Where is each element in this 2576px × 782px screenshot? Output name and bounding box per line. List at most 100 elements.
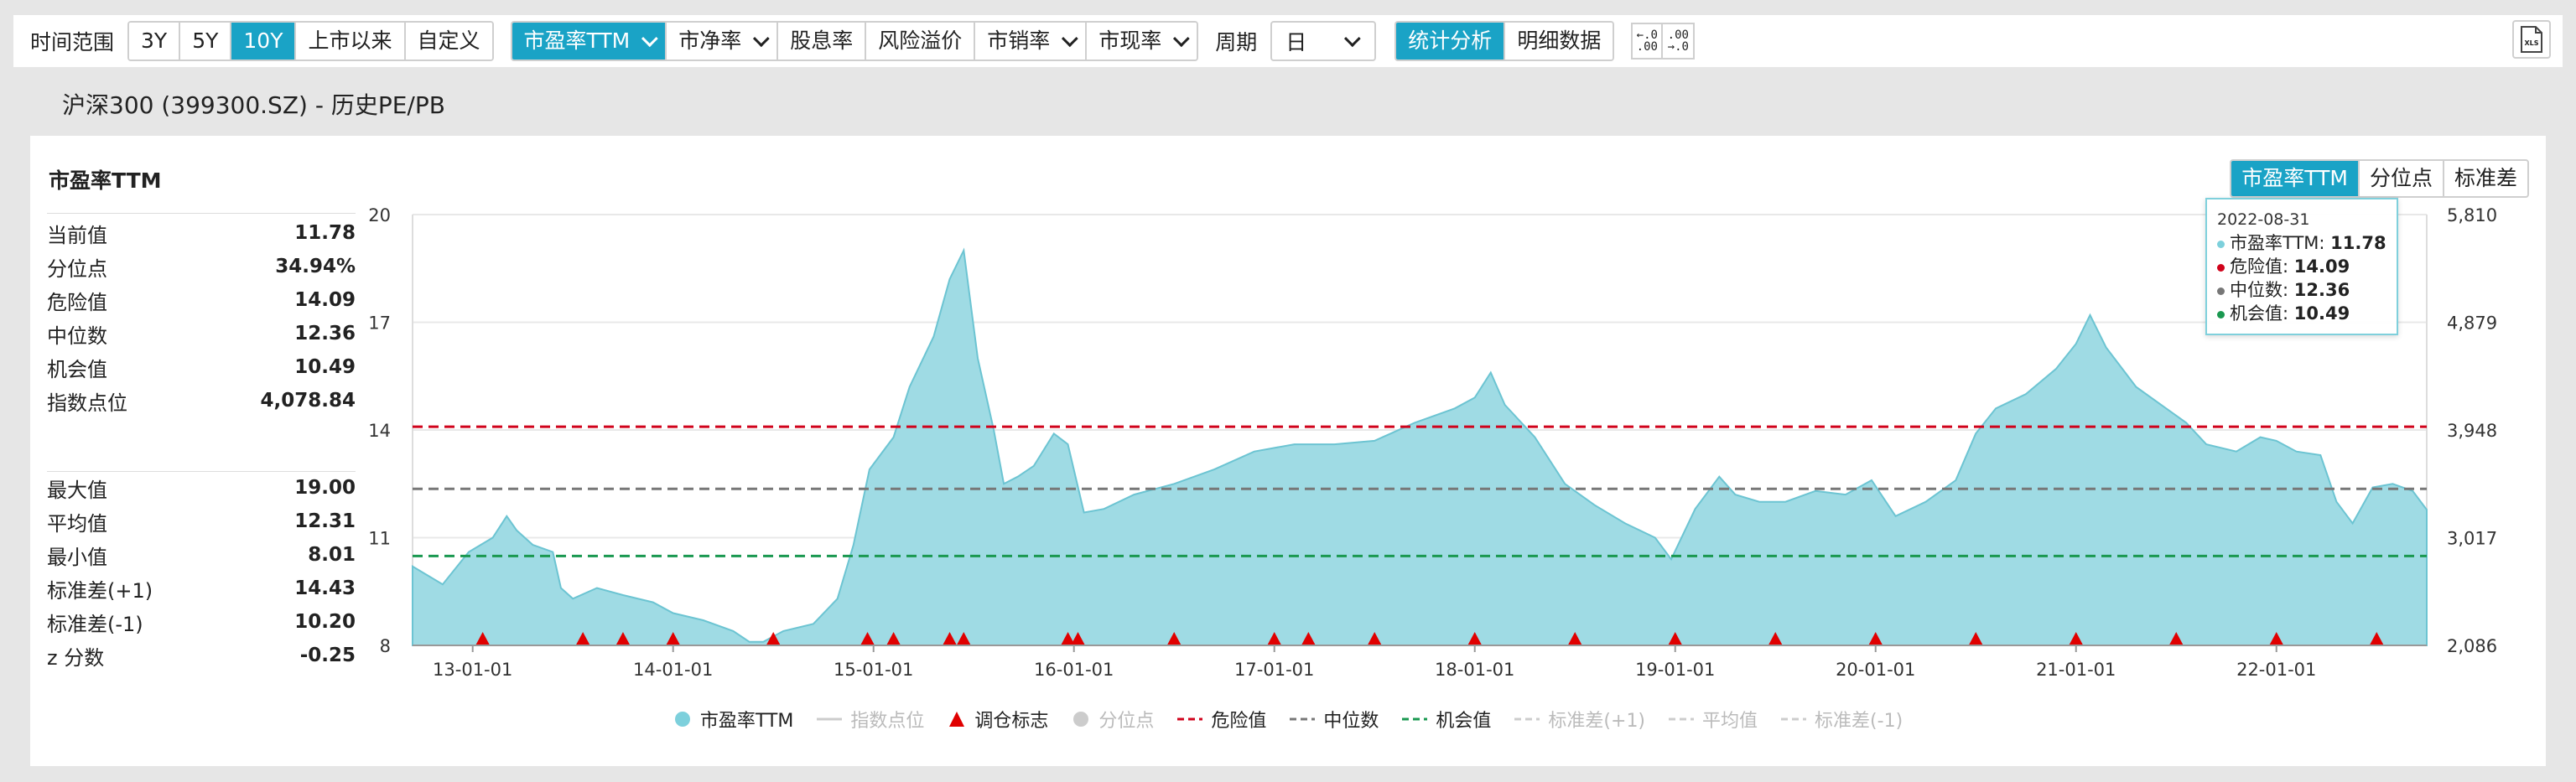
y2-tick-label: 4,879 bbox=[2447, 313, 2497, 334]
legend-dash-icon bbox=[1669, 717, 1695, 721]
metric-group: 市盈率TTM 市净率 股息率 风险溢价 市销率 市现率 bbox=[510, 21, 1199, 61]
y-tick-label: 14 bbox=[368, 421, 391, 441]
stats-analysis-button[interactable]: 统计分析 bbox=[1396, 23, 1506, 60]
legend-label: 机会值 bbox=[1436, 711, 1492, 732]
legend-item[interactable]: 机会值 bbox=[1402, 706, 1491, 733]
tooltip-label: 机会值: bbox=[2230, 303, 2289, 324]
toolbar: 时间范围 3Y 5Y 10Y 上市以来 自定义 市盈率TTM 市净率 股息率 风… bbox=[13, 15, 2563, 67]
x-tick-label: 22-01-01 bbox=[2236, 660, 2316, 680]
x-tick-label: 21-01-01 bbox=[2036, 660, 2116, 680]
legend-label: 市盈率TTM bbox=[699, 711, 794, 732]
period-select[interactable]: 日 bbox=[1270, 21, 1377, 61]
chevron-down-icon bbox=[641, 30, 658, 48]
series-dot-icon bbox=[2217, 287, 2225, 295]
range-since-listing-button[interactable]: 上市以来 bbox=[296, 23, 406, 60]
tooltip-value: 12.36 bbox=[2293, 280, 2350, 300]
pe-chart: 20 5,810 17 4,879 14 3,948 11 3,017 8 2,086 13-01-… bbox=[368, 205, 2497, 680]
decimal-group: ←.0 .00 .00 →.0 bbox=[1631, 23, 1696, 60]
legend-item[interactable]: 标准差(-1) bbox=[1781, 706, 1903, 733]
legend-triangle-icon bbox=[949, 712, 965, 727]
x-tick-label: 18-01-01 bbox=[1435, 660, 1514, 680]
metric-pb-label: 市净率 bbox=[678, 28, 742, 53]
series-dot-icon bbox=[2217, 240, 2225, 248]
metric-dividend-button[interactable]: 股息率 bbox=[778, 23, 867, 60]
chart-tooltip: 2022-08-31 市盈率TTM: 11.78 危险值: 14.09 中位数: 1… bbox=[2205, 198, 2398, 335]
x-tick-label: 20-01-01 bbox=[1836, 660, 1915, 680]
legend-dot-icon bbox=[674, 712, 690, 727]
legend-line-icon bbox=[817, 717, 843, 721]
tooltip-rows: 市盈率TTM: 11.78 危险值: 14.09 中位数: 12.36 机会值: 10… bbox=[2217, 231, 2386, 325]
range-group: 3Y 5Y 10Y 上市以来 自定义 bbox=[127, 21, 494, 61]
legend-item[interactable]: 调仓标志 bbox=[948, 706, 1048, 733]
x-tick-label: 17-01-01 bbox=[1234, 660, 1314, 680]
legend-label: 标准差(-1) bbox=[1815, 711, 1903, 732]
legend-item[interactable]: 分位点 bbox=[1072, 706, 1154, 733]
legend-label: 中位数 bbox=[1323, 711, 1379, 732]
page-title: 沪深300 (399300.SZ) - 历史PE/PB bbox=[62, 91, 445, 119]
metric-pb-button[interactable]: 市净率 bbox=[667, 23, 779, 60]
legend-dash-icon bbox=[1402, 717, 1428, 721]
legend-item[interactable]: 标准差(+1) bbox=[1514, 706, 1645, 733]
x-tick-label: 13-01-01 bbox=[433, 660, 512, 680]
metric-ps-button[interactable]: 市销率 bbox=[975, 23, 1088, 60]
chevron-down-icon bbox=[753, 30, 770, 48]
metric-risk-premium-button[interactable]: 风险溢价 bbox=[866, 23, 976, 60]
y-tick-label: 17 bbox=[368, 313, 391, 334]
metric-ps-label: 市销率 bbox=[987, 28, 1051, 53]
range-5y-button[interactable]: 5Y bbox=[180, 23, 232, 60]
tooltip-date: 2022-08-31 bbox=[2217, 210, 2310, 229]
y2-tick-label: 2,086 bbox=[2447, 636, 2497, 656]
range-10y-button[interactable]: 10Y bbox=[231, 23, 297, 60]
x-tick-label: 16-01-01 bbox=[1034, 660, 1114, 680]
legend-label: 分位点 bbox=[1098, 711, 1155, 732]
detail-data-button[interactable]: 明细数据 bbox=[1505, 23, 1613, 60]
legend-dash-icon bbox=[1177, 717, 1203, 721]
series-dot-icon bbox=[2217, 310, 2225, 318]
legend-dot-icon bbox=[1073, 712, 1089, 727]
tooltip-row: 机会值: 10.49 bbox=[2217, 302, 2386, 325]
y-tick-label: 20 bbox=[368, 205, 391, 225]
legend-label: 危险值 bbox=[1211, 711, 1267, 732]
legend-label: 调仓标志 bbox=[974, 711, 1049, 732]
legend-item[interactable]: 中位数 bbox=[1290, 706, 1379, 733]
chevron-down-icon bbox=[1173, 30, 1191, 48]
period-label: 周期 bbox=[1215, 30, 1258, 54]
excel-file-icon: XLS bbox=[2521, 26, 2542, 53]
tooltip-row: 市盈率TTM: 11.78 bbox=[2217, 231, 2386, 255]
y2-tick-label: 3,948 bbox=[2447, 421, 2497, 441]
series-dot-icon bbox=[2217, 263, 2225, 272]
y-tick-label: 8 bbox=[380, 636, 391, 656]
tooltip-value: 11.78 bbox=[2330, 233, 2386, 253]
metric-pcf-label: 市现率 bbox=[1098, 28, 1162, 53]
export-excel-icon[interactable]: XLS bbox=[2512, 20, 2551, 59]
tooltip-value: 14.09 bbox=[2293, 256, 2350, 277]
x-tick-label: 14-01-01 bbox=[633, 660, 713, 680]
tooltip-row: 中位数: 12.36 bbox=[2217, 278, 2386, 302]
decimal-decrease-icon[interactable]: .00 →.0 bbox=[1663, 23, 1696, 60]
legend-item[interactable]: 危险值 bbox=[1177, 706, 1266, 733]
range-label: 时间范围 bbox=[30, 30, 115, 54]
x-tick-label: 15-01-01 bbox=[834, 660, 913, 680]
legend-label: 指数点位 bbox=[850, 711, 925, 732]
legend-dash-icon bbox=[1781, 717, 1807, 721]
tooltip-label: 中位数: bbox=[2230, 280, 2289, 300]
legend-item[interactable]: 平均值 bbox=[1669, 706, 1758, 733]
decimal-increase-icon[interactable]: ←.0 .00 bbox=[1631, 23, 1664, 60]
chart-legend: 市盈率TTM 指数点位 调仓标志 分位点 危险值 中位数 机会值 标准差(+1) 平均值 标准差(… bbox=[30, 706, 2546, 733]
range-custom-button[interactable]: 自定义 bbox=[405, 23, 492, 60]
legend-item[interactable]: 市盈率TTM bbox=[673, 706, 793, 733]
tooltip-value: 10.49 bbox=[2293, 303, 2350, 324]
tooltip-row: 危险值: 14.09 bbox=[2217, 255, 2386, 278]
tooltip-label: 危险值: bbox=[2230, 256, 2289, 277]
metric-pcf-button[interactable]: 市现率 bbox=[1087, 23, 1197, 60]
period-value: 日 bbox=[1285, 30, 1307, 54]
metric-pe-ttm-label: 市盈率TTM bbox=[523, 28, 631, 53]
chart-card: 市盈率TTM 当前值 11.78 分位点 34.94% 危险值 14.09 中位数 12.36… bbox=[30, 136, 2546, 766]
legend-label: 标准差(+1) bbox=[1548, 711, 1646, 732]
metric-pe-ttm-button[interactable]: 市盈率TTM bbox=[512, 23, 667, 60]
legend-item[interactable]: 指数点位 bbox=[817, 706, 924, 733]
range-3y-button[interactable]: 3Y bbox=[129, 23, 181, 60]
tooltip-label: 市盈率TTM: bbox=[2230, 233, 2325, 253]
chevron-down-icon bbox=[1344, 30, 1362, 48]
chevron-down-icon bbox=[1062, 30, 1078, 48]
